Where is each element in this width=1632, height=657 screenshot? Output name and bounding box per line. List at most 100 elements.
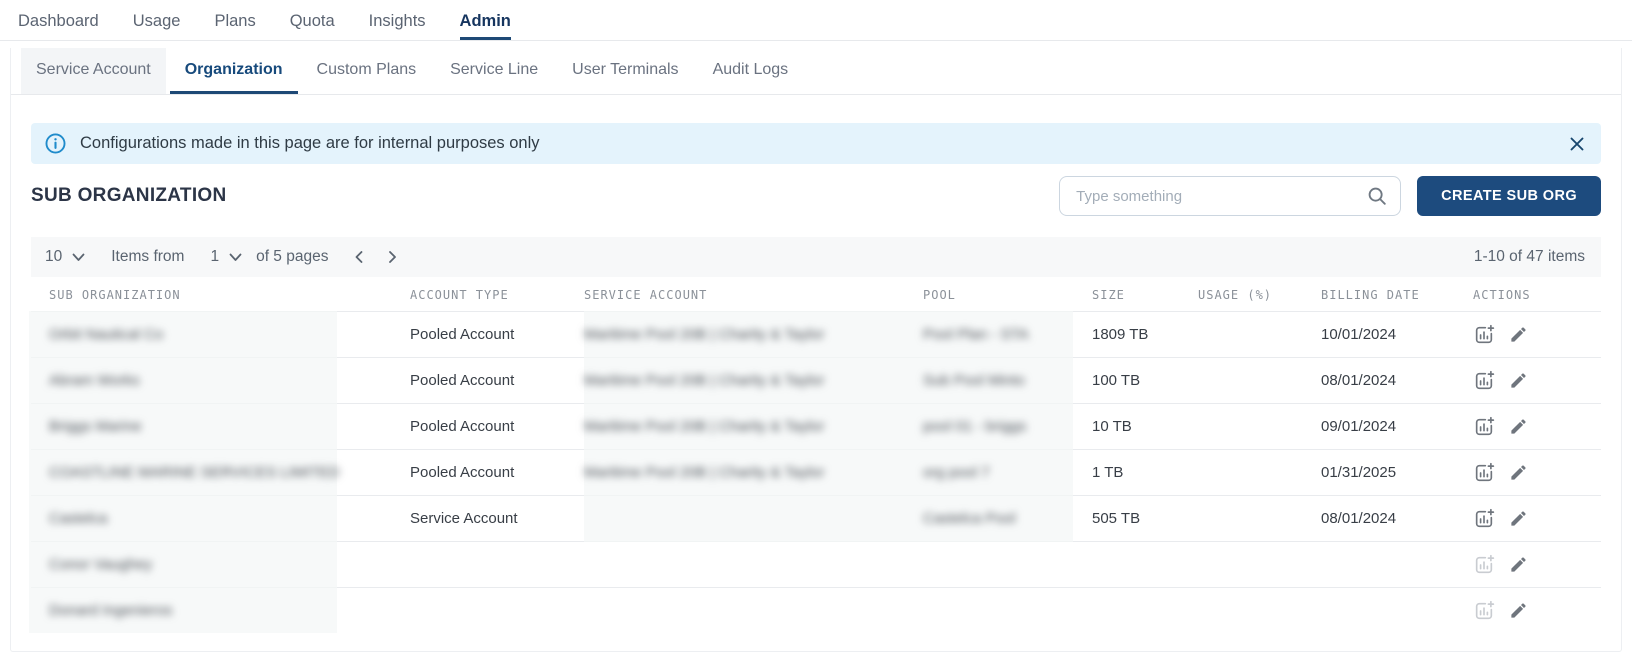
next-page-button[interactable] [384, 249, 400, 265]
cell-billing-date: 10/01/2024 [1321, 326, 1473, 343]
cell-actions [1473, 600, 1601, 622]
cell-billing-date: 08/01/2024 [1321, 372, 1473, 389]
cell-account-type: Pooled Account [410, 464, 584, 481]
pencil-icon [1509, 325, 1528, 344]
cell-actions [1473, 416, 1601, 438]
pencil-icon [1509, 555, 1528, 574]
tab-custom-plans[interactable]: Custom Plans [302, 48, 432, 94]
usage-chart-action-button[interactable] [1473, 554, 1495, 576]
tab-service-account[interactable]: Service Account [21, 48, 166, 94]
edit-action-button[interactable] [1509, 509, 1528, 528]
cell-billing-date [1321, 556, 1473, 573]
cell-pool: pool 01 - briggs [923, 418, 1092, 435]
cell-account-type [410, 602, 584, 619]
tab-service-line[interactable]: Service Line [435, 48, 553, 94]
pencil-icon [1509, 509, 1528, 528]
main-navigation: Dashboard Usage Plans Quota Insights Adm… [0, 0, 1632, 41]
page-size-select[interactable]: 10 [45, 248, 85, 266]
nav-item-quota[interactable]: Quota [290, 0, 335, 40]
cell-account-type [410, 556, 584, 573]
column-header-billing-date: BILLING DATE [1321, 288, 1473, 302]
table-row: Briggs Marine Pooled Account Maritime Po… [31, 403, 1601, 449]
pencil-icon [1509, 417, 1528, 436]
previous-page-button[interactable] [352, 249, 368, 265]
table-row: Castelca Service Account Castelca Pool 5… [31, 495, 1601, 541]
cell-pool: Pool Plan - STA [923, 326, 1092, 343]
banner-message: Configurations made in this page are for… [80, 134, 540, 153]
bar-chart-add-icon [1473, 370, 1495, 392]
cell-account-type: Pooled Account [410, 372, 584, 389]
nav-item-usage[interactable]: Usage [133, 0, 181, 40]
edit-action-button[interactable] [1509, 417, 1528, 436]
cell-size: 505 TB [1092, 510, 1198, 527]
nav-item-admin[interactable]: Admin [460, 0, 511, 40]
usage-chart-action-button[interactable] [1473, 600, 1495, 622]
page-title: SUB ORGANIZATION [31, 185, 227, 207]
table-row: Donard Ingenieros [31, 587, 1601, 633]
create-sub-org-button[interactable]: CREATE SUB ORG [1417, 176, 1601, 216]
bar-chart-add-icon [1473, 324, 1495, 346]
edit-action-button[interactable] [1509, 371, 1528, 390]
cell-sub-organization: Briggs Marine [31, 418, 410, 435]
edit-action-button[interactable] [1509, 463, 1528, 482]
usage-chart-action-button[interactable] [1473, 370, 1495, 392]
search-input[interactable] [1076, 188, 1366, 205]
column-header-account-type: ACCOUNT TYPE [410, 288, 584, 302]
cell-size: 10 TB [1092, 418, 1198, 435]
banner-close-button[interactable] [1569, 136, 1585, 152]
usage-chart-action-button[interactable] [1473, 324, 1495, 346]
pagination-bar: 10 Items from 1 of 5 pages [31, 237, 1601, 277]
column-header-usage: USAGE (%) [1198, 288, 1321, 302]
cell-service-account: Maritime Pool 20B | Charity & Taylor [584, 372, 923, 389]
page-number-select[interactable]: 1 [210, 248, 242, 266]
cell-service-account: Maritime Pool 20B | Charity & Taylor [584, 326, 923, 343]
cell-service-account [584, 556, 923, 573]
edit-action-button[interactable] [1509, 555, 1528, 574]
cell-account-type: Pooled Account [410, 418, 584, 435]
column-header-service-account: SERVICE ACCOUNT [584, 288, 923, 302]
search-icon[interactable] [1366, 185, 1388, 207]
info-banner: Configurations made in this page are for… [31, 123, 1601, 164]
usage-chart-action-button[interactable] [1473, 508, 1495, 530]
tab-audit-logs[interactable]: Audit Logs [698, 48, 804, 94]
edit-action-button[interactable] [1509, 601, 1528, 620]
page-size-value: 10 [45, 248, 62, 266]
usage-chart-action-button[interactable] [1473, 416, 1495, 438]
cell-billing-date: 08/01/2024 [1321, 510, 1473, 527]
nav-item-plans[interactable]: Plans [214, 0, 255, 40]
cell-pool: org pool 7 [923, 464, 1092, 481]
tab-organization[interactable]: Organization [170, 48, 298, 94]
cell-usage [1198, 556, 1321, 573]
bar-chart-add-icon [1473, 554, 1495, 576]
items-from-label: Items from [111, 248, 184, 266]
table-row: Conor Vaughey [31, 541, 1601, 587]
cell-pool: Castelca Pool [923, 510, 1092, 527]
nav-item-dashboard[interactable]: Dashboard [18, 0, 99, 40]
cell-billing-date: 01/31/2025 [1321, 464, 1473, 481]
sub-organization-table: SUB ORGANIZATION ACCOUNT TYPE SERVICE AC… [31, 279, 1601, 633]
cell-size: 100 TB [1092, 372, 1198, 389]
items-range-label: 1-10 of 47 items [1474, 248, 1585, 266]
edit-action-button[interactable] [1509, 325, 1528, 344]
organization-content: Configurations made in this page are for… [11, 95, 1621, 651]
cell-actions [1473, 462, 1601, 484]
table-row: Orbit Nautical Co Pooled Account Maritim… [31, 311, 1601, 357]
nav-item-insights[interactable]: Insights [369, 0, 426, 40]
cell-sub-organization: COASTLINE MARINE SERVICES LIMITED [31, 464, 410, 481]
cell-account-type: Service Account [410, 510, 584, 527]
search-box [1059, 176, 1401, 216]
usage-chart-action-button[interactable] [1473, 462, 1495, 484]
pencil-icon [1509, 463, 1528, 482]
page-number-value: 1 [210, 248, 219, 266]
bar-chart-add-icon [1473, 600, 1495, 622]
cell-size [1092, 556, 1198, 573]
info-icon [45, 133, 66, 154]
admin-panel-card: Service Account Organization Custom Plan… [10, 48, 1622, 652]
tab-user-terminals[interactable]: User Terminals [557, 48, 693, 94]
cell-service-account: Maritime Pool 20B | Charity & Taylor [584, 464, 923, 481]
cell-sub-organization: Orbit Nautical Co [31, 326, 410, 343]
cell-actions [1473, 370, 1601, 392]
column-header-pool: POOL [923, 288, 1092, 302]
table-body: Orbit Nautical Co Pooled Account Maritim… [31, 311, 1601, 633]
bar-chart-add-icon [1473, 416, 1495, 438]
